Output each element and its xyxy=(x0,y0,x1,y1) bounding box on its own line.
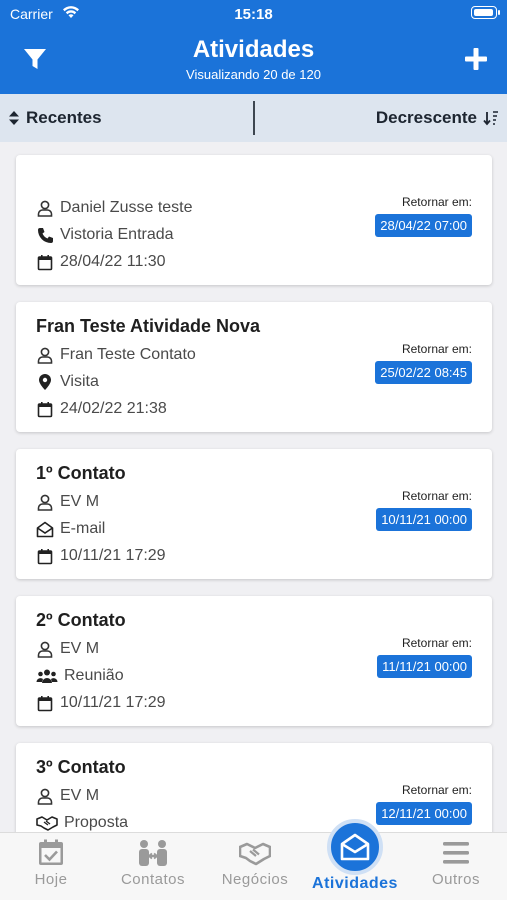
return-date-badge: 12/11/21 00:00 xyxy=(376,802,472,825)
envelope-open-icon xyxy=(340,833,370,861)
top-bar: Carrier 15:18 Atividades Visualizando 20… xyxy=(0,0,507,94)
activity-contact-row: Daniel Zusse teste xyxy=(36,197,193,219)
return-label: Retornar em: xyxy=(401,636,472,650)
activity-card[interactable]: 1º Contato EV M E-mail 10/11/21 17:29 Re… xyxy=(16,449,492,579)
calendar-icon xyxy=(36,694,54,712)
clock: 15:18 xyxy=(234,6,273,23)
activity-type: Proposta xyxy=(64,814,129,831)
activity-title: Fran Teste Atividade Nova xyxy=(36,316,261,336)
menu-icon xyxy=(443,842,469,864)
map-pin-icon xyxy=(36,373,54,391)
plus-icon xyxy=(465,48,487,70)
activity-card[interactable]: 2º Contato EV M Reunião 10/11/21 17:29 R… xyxy=(16,596,492,726)
handshake-icon xyxy=(239,842,271,866)
activity-card[interactable]: Daniel Zusse teste Vistoria Entrada 28/0… xyxy=(16,155,492,285)
return-date-badge: 11/11/21 00:00 xyxy=(377,655,472,678)
contacts-icon xyxy=(139,840,167,866)
activity-contact-row: Fran Teste Contato xyxy=(36,344,196,366)
activity-type-row: Visita xyxy=(36,371,99,393)
activity-date-row: 10/11/21 17:29 xyxy=(36,692,166,714)
bottom-tab-bar: Hoje Contatos Negócios Atividades Outros xyxy=(0,819,507,900)
tab-label: Negócios xyxy=(221,871,289,888)
return-label: Retornar em: xyxy=(401,195,472,209)
activity-date: 28/04/22 11:30 xyxy=(60,253,166,270)
active-tab-indicator xyxy=(327,819,383,875)
activity-date: 24/02/22 21:38 xyxy=(60,400,167,417)
activity-date: 10/11/21 17:29 xyxy=(60,694,166,711)
return-date-badge: 25/02/22 08:45 xyxy=(375,361,472,384)
sort-order-label: Decrescente xyxy=(375,108,477,127)
battery-icon xyxy=(471,6,500,19)
tab-label: Contatos xyxy=(120,871,186,888)
activity-date: 10/11/21 17:29 xyxy=(60,547,166,564)
activity-type: E-mail xyxy=(60,520,106,537)
activity-card[interactable]: Fran Teste Atividade Nova Fran Teste Con… xyxy=(16,302,492,432)
activity-type: Visita xyxy=(60,373,99,390)
return-label: Retornar em: xyxy=(401,489,472,503)
sort-divider xyxy=(253,101,255,135)
page-title: Atividades xyxy=(192,36,315,63)
activity-contact: Fran Teste Contato xyxy=(60,346,196,363)
activity-date-row: 24/02/22 21:38 xyxy=(36,398,167,420)
activity-type: Reunião xyxy=(64,667,124,684)
sort-bar: Recentes Decrescente xyxy=(0,94,507,142)
activity-contact-row: EV M xyxy=(36,638,99,660)
sort-order-button[interactable]: Decrescente xyxy=(376,108,499,128)
activity-type-row: Reunião xyxy=(36,665,124,687)
activity-date-row: 10/11/21 17:29 xyxy=(36,545,166,567)
return-date-badge: 28/04/22 07:00 xyxy=(375,214,472,237)
user-icon xyxy=(36,493,54,511)
return-label: Retornar em: xyxy=(401,342,472,356)
tab-outros[interactable]: Outros xyxy=(405,833,507,900)
handshake-icon xyxy=(36,814,58,832)
user-icon xyxy=(36,199,54,217)
activity-type-row: E-mail xyxy=(36,518,105,540)
calendar-icon xyxy=(36,253,54,271)
tab-label: Atividades xyxy=(312,875,398,892)
sort-field-label: Recentes xyxy=(26,108,102,127)
activity-type: Vistoria Entrada xyxy=(60,226,174,243)
activity-contact: EV M xyxy=(60,493,100,510)
sort-field-button[interactable]: Recentes xyxy=(8,108,102,128)
calendar-icon xyxy=(36,547,54,565)
activity-title: 1º Contato xyxy=(36,463,126,483)
sort-desc-icon xyxy=(483,111,498,126)
activity-type-row: Vistoria Entrada xyxy=(36,224,174,246)
page-subtitle: Visualizando 20 de 120 xyxy=(186,67,321,82)
tab-hoje[interactable]: Hoje xyxy=(0,833,102,900)
return-date-badge: 10/11/21 00:00 xyxy=(376,508,472,531)
activity-contact: EV M xyxy=(60,640,100,657)
tab-negocios[interactable]: Negócios xyxy=(204,833,306,900)
activity-list: Daniel Zusse teste Vistoria Entrada 28/0… xyxy=(0,142,507,832)
tab-contatos[interactable]: Contatos xyxy=(102,833,204,900)
add-activity-button[interactable] xyxy=(463,46,489,72)
activity-title: 2º Contato xyxy=(36,610,126,630)
sort-arrows-icon xyxy=(9,111,19,125)
phone-icon xyxy=(36,226,54,244)
activity-contact: Daniel Zusse teste xyxy=(60,199,193,216)
status-bar: Carrier 15:18 xyxy=(0,0,507,28)
users-icon xyxy=(36,667,58,685)
activity-contact-row: EV M xyxy=(36,491,99,513)
return-label: Retornar em: xyxy=(401,783,472,797)
tab-label: Hoje xyxy=(34,871,68,888)
envelope-open-icon xyxy=(36,520,54,538)
activity-contact: EV M xyxy=(60,787,100,804)
activity-card[interactable]: 3º Contato EV M Proposta Retornar em: 12… xyxy=(16,743,492,832)
tab-label: Outros xyxy=(431,871,480,888)
calendar-icon xyxy=(36,400,54,418)
activity-title: 3º Contato xyxy=(36,757,126,777)
user-icon xyxy=(36,640,54,658)
activity-type-row: Proposta xyxy=(36,812,128,832)
activity-date-row: 28/04/22 11:30 xyxy=(36,251,166,273)
user-icon xyxy=(36,787,54,805)
activity-contact-row: EV M xyxy=(36,785,99,807)
tab-atividades[interactable]: Atividades xyxy=(304,819,406,900)
calendar-check-icon xyxy=(39,839,63,865)
user-icon xyxy=(36,346,54,364)
